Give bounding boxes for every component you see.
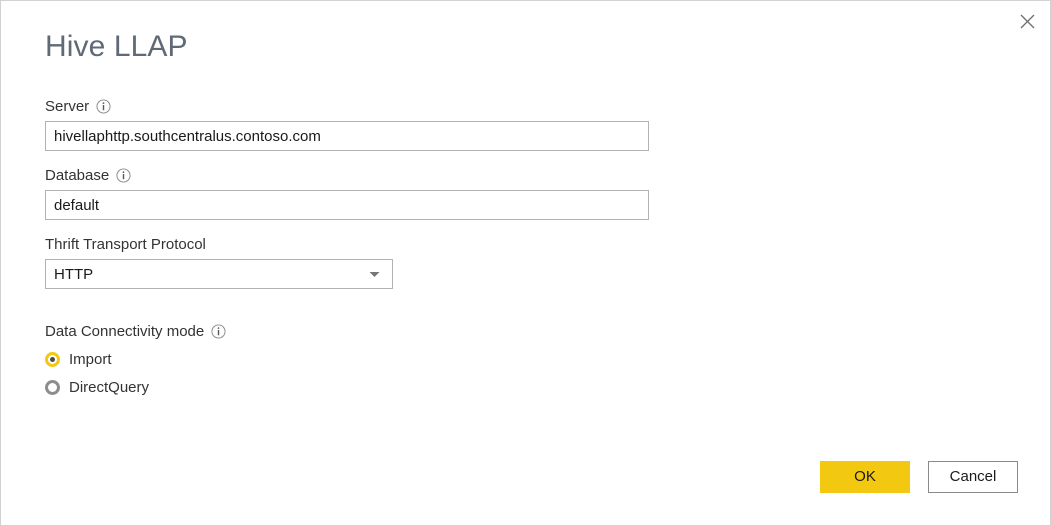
radio-import-label: Import	[69, 351, 112, 368]
thrift-protocol-label-row: Thrift Transport Protocol	[45, 235, 651, 254]
radio-unselected-icon	[45, 380, 60, 395]
data-connectivity-label-row: Data Connectivity mode	[45, 322, 651, 341]
database-label-row: Database	[45, 166, 651, 185]
dialog-footer: OK Cancel	[820, 461, 1018, 493]
close-icon	[1020, 14, 1035, 29]
close-button[interactable]	[1004, 1, 1050, 41]
connection-form: Server Database	[45, 97, 651, 397]
server-input[interactable]	[45, 121, 649, 151]
chevron-down-icon	[369, 265, 380, 283]
radio-selected-icon	[45, 352, 60, 367]
database-input[interactable]	[45, 190, 649, 220]
data-connectivity-section: Data Connectivity mode Import DirectQuer…	[45, 322, 651, 397]
hive-llap-dialog: Hive LLAP Server Database	[0, 0, 1051, 526]
info-icon[interactable]	[116, 168, 131, 183]
thrift-protocol-label: Thrift Transport Protocol	[45, 236, 206, 253]
radio-import[interactable]: Import	[45, 350, 245, 369]
server-label-row: Server	[45, 97, 651, 116]
radio-directquery-label: DirectQuery	[69, 379, 150, 396]
page-title: Hive LLAP	[45, 30, 188, 63]
thrift-protocol-select[interactable]: HTTP	[45, 259, 393, 289]
cancel-button[interactable]: Cancel	[928, 461, 1018, 493]
radio-directquery[interactable]: DirectQuery	[45, 378, 245, 397]
ok-button[interactable]: OK	[820, 461, 910, 493]
thrift-protocol-select-wrap: HTTP	[45, 259, 393, 289]
info-icon[interactable]	[96, 99, 111, 114]
database-label: Database	[45, 167, 110, 184]
data-connectivity-label: Data Connectivity mode	[45, 323, 205, 340]
info-icon[interactable]	[211, 324, 226, 339]
thrift-protocol-value: HTTP	[54, 265, 94, 283]
server-label: Server	[45, 98, 90, 115]
